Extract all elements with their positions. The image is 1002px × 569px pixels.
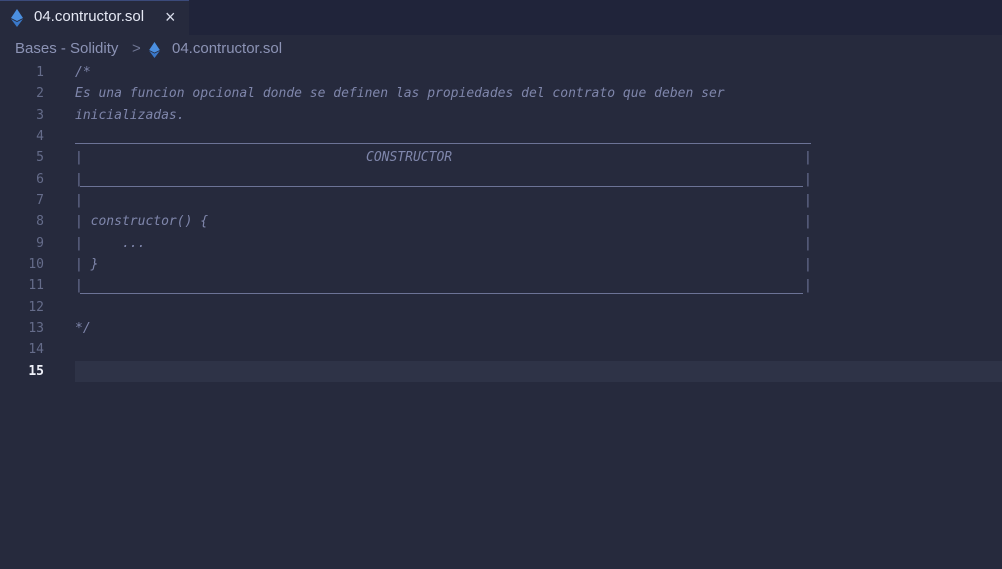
line-number: 14 [28, 342, 44, 357]
box-pipe-left: | [75, 172, 83, 187]
line-number: 12 [28, 300, 44, 315]
box-pipe-left: | [75, 236, 83, 251]
box-pipe-right: | [804, 236, 812, 251]
code-line-3: inicializadas. [75, 108, 185, 123]
breadcrumb-file[interactable]: 04.contructor.sol [172, 40, 282, 57]
close-icon[interactable]: × [165, 6, 176, 28]
box-pipe-right: | [804, 214, 812, 229]
ascii-box-title: CONSTRUCTOR [366, 150, 453, 165]
tab-bar: 04.contructor.sol × [0, 0, 1002, 35]
line-number: 13 [28, 321, 44, 336]
line-number: 6 [36, 172, 44, 187]
line-number: 9 [36, 236, 44, 251]
breadcrumb-folder[interactable]: Bases - Solidity [15, 40, 118, 57]
code-line-13: */ [75, 321, 91, 336]
current-line-highlight [75, 361, 1002, 382]
code-editor[interactable]: 1 2 3 4 5 6 7 8 9 10 11 12 13 14 15 /* E… [0, 62, 1002, 569]
line-number: 5 [36, 150, 44, 165]
box-pipe-left: | [75, 257, 83, 272]
box-pipe-right: | [804, 193, 812, 208]
breadcrumb-separator: > [132, 40, 141, 57]
code-line-8: constructor() { [75, 214, 209, 229]
ethereum-icon [149, 42, 160, 58]
box-pipe-right: | [804, 172, 812, 187]
line-number-active: 15 [28, 364, 44, 379]
code-line-1: /* [75, 65, 91, 80]
line-number: 10 [28, 257, 44, 272]
ascii-box-title-divider [80, 186, 803, 187]
box-pipe-right: | [804, 278, 812, 293]
line-number: 4 [36, 129, 44, 144]
box-pipe-right: | [804, 257, 812, 272]
line-number: 3 [36, 108, 44, 123]
ascii-box-top-border [75, 143, 811, 144]
tab-label: 04.contructor.sol [34, 8, 145, 25]
box-pipe-left: | [75, 214, 83, 229]
line-number: 7 [36, 193, 44, 208]
ethereum-icon [11, 9, 23, 27]
line-number: 1 [36, 65, 44, 80]
ascii-box-bottom-border [80, 293, 803, 294]
line-number: 8 [36, 214, 44, 229]
tab-active-file[interactable]: 04.contructor.sol × [0, 0, 189, 35]
code-line-2: Es una funcion opcional donde se definen… [75, 86, 725, 101]
box-pipe-right: | [804, 150, 812, 165]
line-number: 2 [36, 86, 44, 101]
code-line-9: ... [75, 236, 146, 251]
box-pipe-left: | [75, 150, 83, 165]
box-pipe-left: | [75, 193, 83, 208]
box-pipe-left: | [75, 278, 83, 293]
line-number: 11 [28, 278, 44, 293]
